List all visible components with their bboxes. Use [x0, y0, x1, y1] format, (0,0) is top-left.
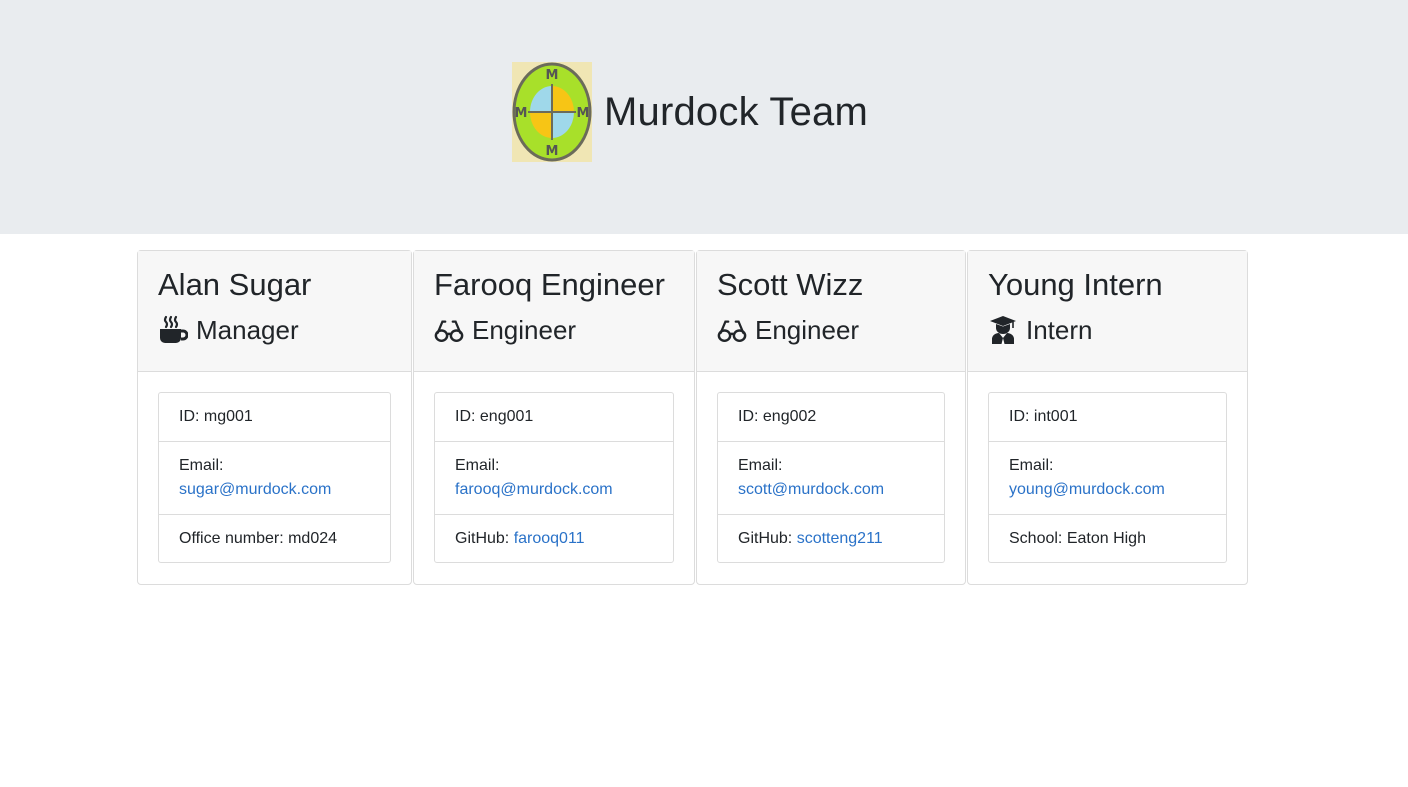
card-body: ID: mg001 Email: sugar@murdock.com Offic… [138, 372, 411, 583]
employee-details: ID: mg001 Email: sugar@murdock.com Offic… [158, 392, 391, 563]
employee-cards: Alan Sugar Manager ID: mg001 Email: suga… [137, 250, 1249, 585]
employee-email-item: Email: farooq@murdock.com [435, 441, 673, 514]
employee-email-item: Email: sugar@murdock.com [159, 441, 390, 514]
email-link[interactable]: scott@murdock.com [738, 478, 924, 502]
card-header: Scott Wizz Engineer [697, 251, 965, 372]
employee-id: ID: mg001 [179, 408, 253, 425]
employee-email-item: Email: scott@murdock.com [718, 441, 944, 514]
brand: M M M M Murdock Team [512, 62, 868, 162]
github-link[interactable]: scotteng211 [797, 530, 883, 547]
card-header: Alan Sugar Manager [138, 251, 411, 372]
email-link[interactable]: farooq@murdock.com [455, 478, 653, 502]
email-label: Email: [738, 457, 783, 474]
graduate-icon [988, 315, 1018, 345]
card-body: ID: int001 Email: young@murdock.com Scho… [968, 372, 1247, 583]
team-logo: M M M M [512, 62, 592, 162]
office-number-item: Office number: md024 [159, 514, 390, 562]
employee-card-engineer: Scott Wizz Engineer ID: eng002 Email: sc… [696, 250, 966, 585]
employee-role: Engineer [717, 314, 945, 346]
employee-role-label: Engineer [472, 315, 577, 345]
email-label: Email: [455, 457, 500, 474]
card-header: Farooq Engineer Engineer [414, 251, 694, 372]
employee-card-intern: Young Intern Intern ID: int001 Email: yo… [967, 250, 1248, 585]
employee-details: ID: eng001 Email: farooq@murdock.com Git… [434, 392, 674, 563]
github-label: GitHub: [455, 529, 514, 547]
employee-name: Young Intern [988, 267, 1163, 302]
employee-role: Engineer [434, 314, 674, 346]
email-label: Email: [1009, 457, 1054, 474]
employee-role-label: Intern [1026, 315, 1093, 345]
employee-name: Alan Sugar [158, 267, 312, 302]
github-row: GitHub: farooq011 [455, 527, 653, 551]
employee-role: Manager [158, 314, 391, 346]
employee-details: ID: int001 Email: young@murdock.com Scho… [988, 392, 1227, 563]
card-body: ID: eng002 Email: scott@murdock.com GitH… [697, 372, 965, 583]
school: School: Eaton High [1009, 529, 1146, 547]
github-row: GitHub: scotteng211 [738, 527, 924, 551]
employee-card-manager: Alan Sugar Manager ID: mg001 Email: suga… [137, 250, 412, 585]
email-link[interactable]: sugar@murdock.com [179, 478, 370, 502]
employee-id: ID: eng002 [738, 408, 817, 425]
card-body: ID: eng001 Email: farooq@murdock.com Git… [414, 372, 694, 583]
employee-id: ID: eng001 [455, 408, 534, 425]
header-jumbotron: M M M M Murdock Team [0, 0, 1408, 234]
employee-name: Scott Wizz [717, 267, 864, 302]
employee-name: Farooq Engineer [434, 267, 665, 302]
employee-role-label: Engineer [755, 315, 860, 345]
logo-letter-top: M [546, 68, 559, 83]
glasses-icon [434, 315, 464, 345]
logo-letter-right: M [577, 106, 590, 121]
office-number: Office number: md024 [179, 529, 338, 547]
page-title: Murdock Team [604, 89, 868, 134]
employee-details: ID: eng002 Email: scott@murdock.com GitH… [717, 392, 945, 563]
school-item: School: Eaton High [989, 514, 1226, 562]
mug-hot-icon [158, 315, 188, 345]
github-label: GitHub: [738, 529, 797, 547]
email-link[interactable]: young@murdock.com [1009, 478, 1206, 502]
glasses-icon [717, 315, 747, 345]
card-header: Young Intern Intern [968, 251, 1247, 372]
employee-email-item: Email: young@murdock.com [989, 441, 1226, 514]
logo-letter-bottom: M [546, 144, 559, 159]
employee-role-label: Manager [196, 315, 299, 345]
email-label: Email: [179, 457, 224, 474]
github-item: GitHub: scotteng211 [718, 514, 944, 562]
github-link[interactable]: farooq011 [514, 530, 585, 547]
employee-card-engineer: Farooq Engineer Engineer ID: eng001 Emai… [413, 250, 695, 585]
github-item: GitHub: farooq011 [435, 514, 673, 562]
employee-role: Intern [988, 314, 1227, 346]
logo-letter-left: M [515, 106, 528, 121]
employee-id: ID: int001 [1009, 408, 1078, 425]
